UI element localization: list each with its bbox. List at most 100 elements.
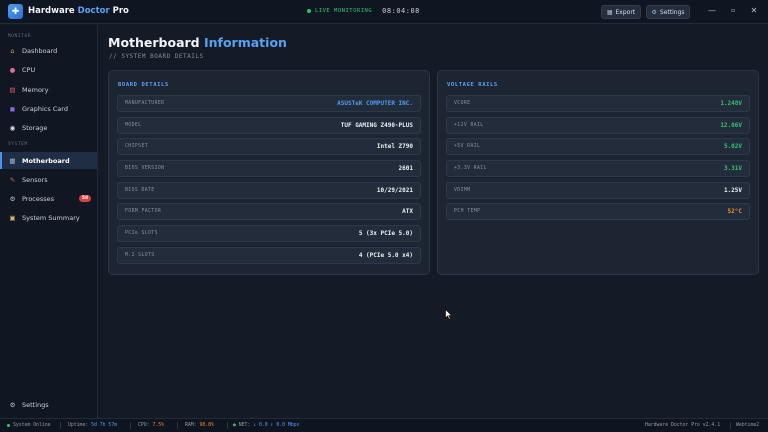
motherboard-icon: ▦ [9, 156, 16, 165]
voltage-row-vcore: VCORE 1.248V [446, 95, 750, 112]
disk-icon: ◉ [9, 123, 16, 132]
row-label: +12V RAIL [454, 123, 484, 128]
panel-title: VOLTAGE RAILS [447, 82, 498, 88]
row-label: +3.3V RAIL [454, 166, 487, 171]
ram-status: RAM: 90.8% [185, 423, 214, 428]
row-value: Intel Z790 [376, 143, 413, 150]
sidebar-item-label: Graphics Card [22, 104, 68, 113]
row-value: 5.02V [723, 143, 742, 150]
voltage-rails-panel: VOLTAGE RAILS VCORE 1.248V +12V RAIL 12.… [437, 70, 759, 275]
row-label: BIOS DATE [125, 188, 155, 193]
status-divider [177, 422, 178, 429]
row-label: MODEL [125, 123, 142, 128]
sidebar-item-label: Motherboard [22, 156, 70, 165]
board-row-form-factor: FORM FACTOR ATX [117, 203, 421, 220]
nav-section-monitor: MONITOR [8, 34, 32, 39]
sidebar-item-label: Storage [22, 123, 48, 132]
row-label: BIOS VERSION [125, 166, 165, 171]
board-row-m2-slots: M.2 SLOTS 4 (PCIe 5.0 x4) [117, 247, 421, 264]
clipboard-icon: ▣ [9, 213, 16, 222]
minimize-button[interactable]: — [706, 4, 718, 18]
sidebar-item-cpu[interactable]: ● CPU [0, 61, 97, 78]
settings-button[interactable]: ⚙ Settings [646, 5, 690, 19]
row-label: M.2 SLOTS [125, 253, 155, 258]
row-value: 3.31V [723, 165, 742, 172]
row-value: ASUSTeK COMPUTER INC. [337, 100, 413, 107]
memory-icon: ▤ [9, 85, 16, 94]
sidebar-item-label: Settings [22, 400, 49, 409]
voltage-row-5v: +5V RAIL 5.02V [446, 138, 750, 155]
page-subtitle: // SYSTEM BOARD DETAILS [109, 53, 204, 60]
row-value: 4 (PCIe 5.0 x4) [358, 252, 413, 259]
row-value: 1.25V [723, 187, 742, 194]
board-row-pcie-slots: PCIe SLOTS 5 (3x PCIe 5.0) [117, 225, 421, 242]
row-label: PCIe SLOTS [125, 231, 158, 236]
user-name: Webtime2 [736, 423, 760, 428]
gear-icon: ⚙ [9, 194, 16, 203]
sidebar-item-label: Dashboard [22, 46, 58, 55]
voltage-row-12v: +12V RAIL 12.06V [446, 117, 750, 134]
chip-icon: ● [9, 65, 16, 74]
sidebar-item-sensors[interactable]: ✎ Sensors [0, 171, 97, 188]
online-status-dot [7, 424, 10, 427]
row-label: VCORE [454, 101, 471, 106]
system-online-status: System Online [13, 423, 51, 428]
app-title: Hardware Doctor Pro [28, 6, 129, 16]
voltage-row-3v3: +3.3V RAIL 3.31V [446, 160, 750, 177]
board-row-bios-date: BIOS DATE 10/29/2021 [117, 182, 421, 199]
row-value: 2601 [398, 165, 413, 172]
live-monitoring-label: LIVE MONITORING [315, 8, 373, 14]
export-icon: ▦ [606, 8, 613, 16]
sidebar-item-label: CPU [22, 65, 36, 74]
sidebar-item-graphics-card[interactable]: ◼ Graphics Card [0, 100, 97, 117]
sidebar-item-storage[interactable]: ◉ Storage [0, 119, 97, 136]
status-divider [227, 422, 228, 429]
gear-icon: ⚙ [9, 400, 16, 409]
sidebar-item-settings[interactable]: ⚙ Settings [0, 396, 97, 413]
board-row-model: MODEL TUF GAMING Z490-PLUS [117, 117, 421, 134]
sidebar-item-label: Memory [22, 85, 49, 94]
row-value: 10/29/2021 [376, 187, 413, 194]
page-title: Motherboard Information [108, 35, 287, 50]
sidebar-item-memory[interactable]: ▤ Memory [0, 81, 97, 98]
export-button[interactable]: ▦ Export [601, 5, 641, 19]
live-monitoring-indicator: LIVE MONITORING 08:04:08 [307, 7, 420, 15]
row-label: MANUFACTURER [125, 101, 165, 106]
sidebar-item-label: Sensors [22, 175, 48, 184]
board-row-chipset: CHIPSET Intel Z790 [117, 138, 421, 155]
panel-title: BOARD DETAILS [118, 82, 169, 88]
row-label: +5V RAIL [454, 144, 481, 149]
row-label: VDIMM [454, 188, 471, 193]
home-icon: ⌂ [10, 46, 15, 55]
board-row-manufacturer: MANUFACTURER ASUSTeK COMPUTER INC. [117, 95, 421, 112]
status-divider [130, 422, 131, 429]
app-version: Hardware Doctor Pro v2.4.1 [645, 423, 721, 428]
gpu-icon: ◼ [9, 104, 16, 113]
row-value: 12.06V [720, 122, 742, 129]
network-status: ● NET: ↓ 0.0 ↑ 0.0 Mbps [233, 423, 300, 428]
clock: 08:04:08 [382, 7, 420, 15]
sidebar-item-label: System Summary [22, 213, 80, 222]
mouse-cursor-icon [445, 309, 453, 320]
close-button[interactable]: ✕ [748, 4, 760, 18]
settings-label: Settings [659, 8, 685, 16]
board-row-bios-version: BIOS VERSION 2601 [117, 160, 421, 177]
sidebar-item-motherboard[interactable]: ▦ Motherboard [0, 152, 97, 169]
uptime-status: Uptime: 5d 7h 57m [68, 423, 118, 428]
row-value: 5 (3x PCIe 5.0) [358, 230, 413, 237]
stethoscope-icon: ✚ [8, 4, 23, 19]
status-divider [730, 422, 731, 429]
row-value: 1.248V [720, 100, 742, 107]
sidebar: MONITOR ⌂ Dashboard ● CPU ▤ Memory ◼ Gra… [0, 25, 98, 418]
voltage-row-pch-temp: PCH TEMP 52°C [446, 203, 750, 220]
sidebar-item-dashboard[interactable]: ⌂ Dashboard [0, 42, 97, 59]
row-value: ATX [402, 208, 413, 215]
maximize-button[interactable]: ▫ [727, 4, 739, 18]
status-bar: System Online Uptime: 5d 7h 57m CPU: 7.5… [0, 418, 768, 432]
live-status-dot [307, 9, 311, 13]
row-label: FORM FACTOR [125, 209, 162, 214]
row-label: PCH TEMP [454, 209, 481, 214]
sidebar-item-system-summary[interactable]: ▣ System Summary [0, 209, 97, 226]
nav-section-system: SYSTEM [8, 142, 28, 147]
gear-icon: ⚙ [651, 8, 657, 16]
